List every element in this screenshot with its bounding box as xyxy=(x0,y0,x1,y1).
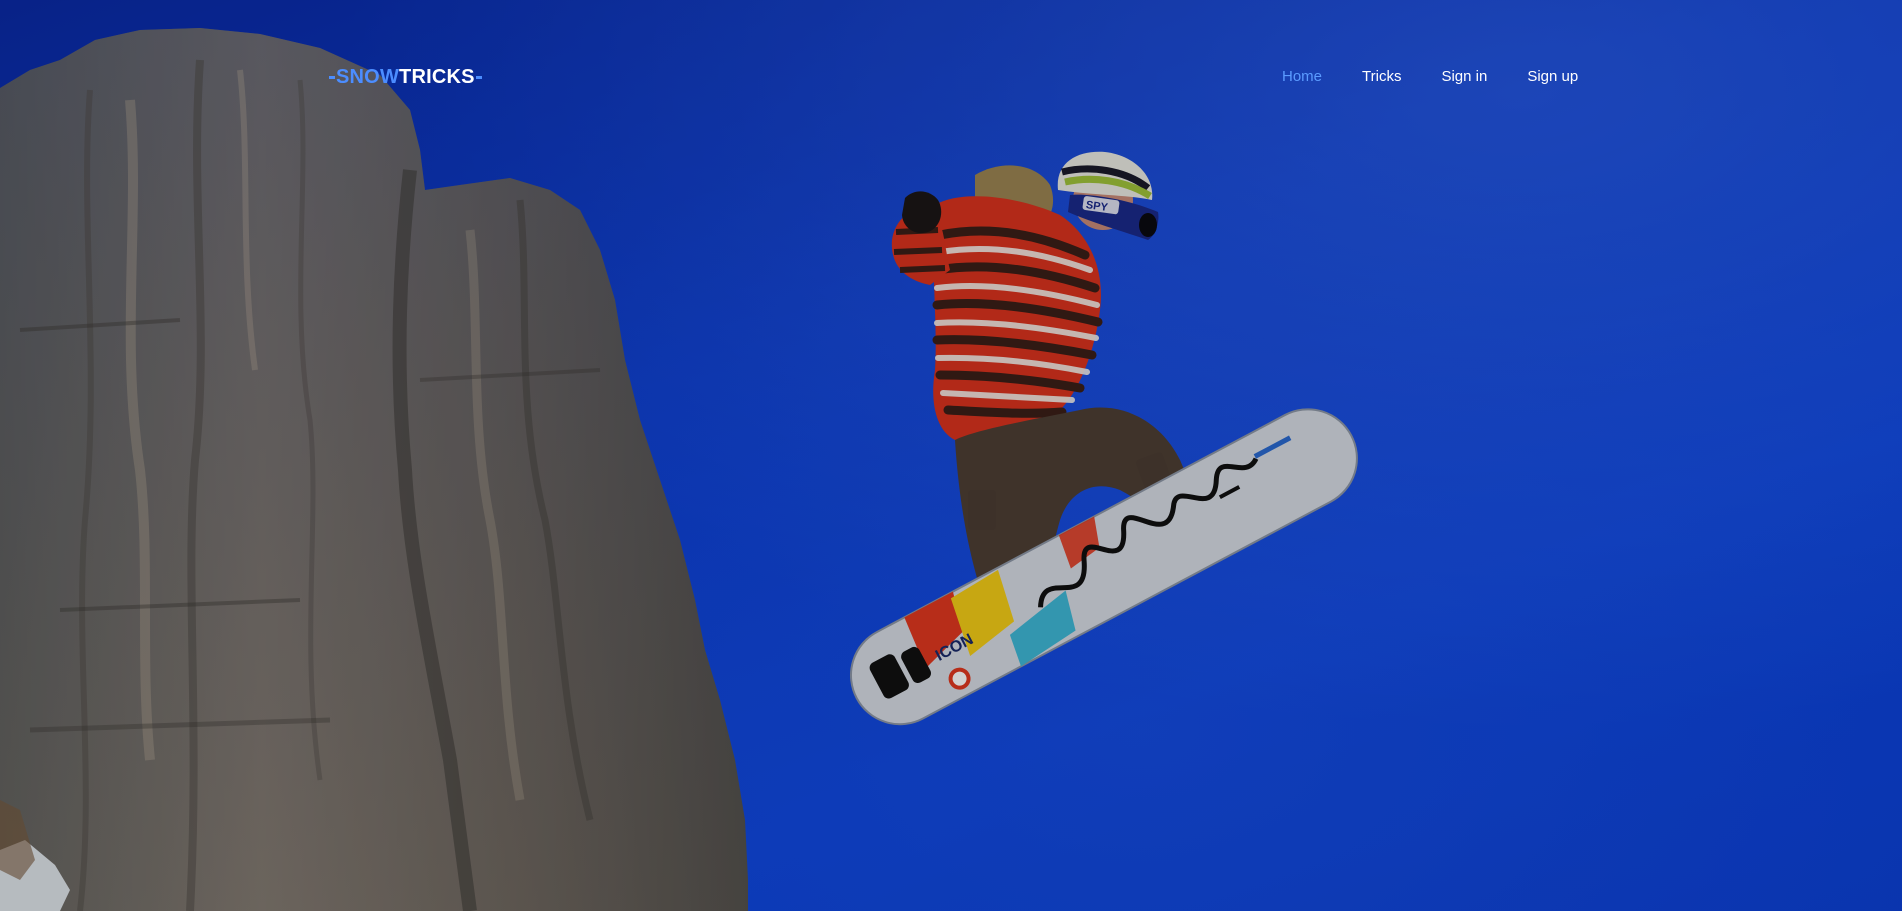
site-logo[interactable]: SNOW TRICKS xyxy=(328,66,483,89)
nav-links: Home Tricks Sign in Sign up xyxy=(1282,68,1578,85)
logo-dash-left xyxy=(329,76,335,79)
nav-home-link[interactable]: Home xyxy=(1282,68,1322,85)
nav-tricks-link[interactable]: Tricks xyxy=(1362,68,1401,85)
logo-dash-right xyxy=(475,76,482,79)
logo-tricks: TRICKS xyxy=(399,66,475,88)
hero-banner: SPY ICON SNOW TRICKS Home Tricks Sign in… xyxy=(0,0,1902,911)
logo-snow: SNOW xyxy=(336,66,400,88)
nav-sign-up-link[interactable]: Sign up xyxy=(1527,68,1578,85)
rock-cliff xyxy=(0,28,748,911)
nav-sign-in-link[interactable]: Sign in xyxy=(1441,68,1487,85)
top-navbar: SNOW TRICKS Home Tricks Sign in Sign up xyxy=(0,0,1902,156)
